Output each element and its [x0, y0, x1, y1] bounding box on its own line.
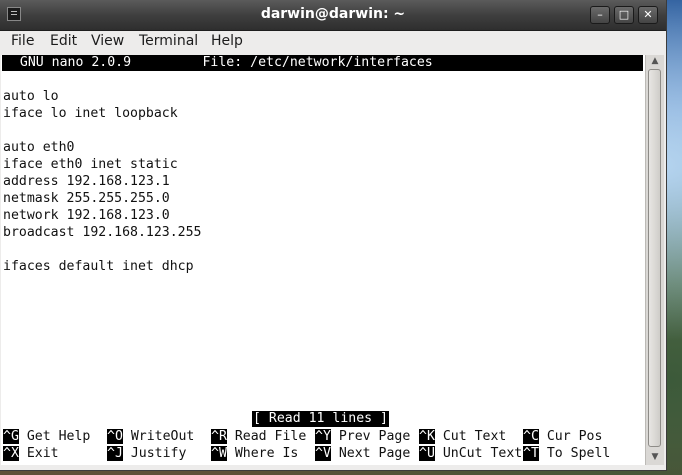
shortcut-to-spell: ^T To Spell	[523, 445, 610, 462]
shortcut-key: ^W	[211, 446, 227, 461]
vertical-scrollbar[interactable]: ▲ ▼	[645, 55, 664, 465]
menu-view[interactable]: View	[91, 33, 124, 49]
window-title: darwin@darwin: ~	[260, 6, 406, 22]
scroll-up-arrow-icon[interactable]: ▲	[649, 56, 661, 68]
shortcut-exit: ^X Exit	[3, 445, 59, 462]
shortcut-label: UnCut Text	[442, 446, 523, 461]
shortcut-key: ^Y	[315, 429, 331, 444]
menu-terminal[interactable]: Terminal	[139, 33, 198, 49]
shortcut-label: Next Page	[338, 446, 411, 461]
shortcut-label: To Spell	[546, 446, 611, 461]
shortcut-key: ^X	[3, 446, 19, 461]
title-bar[interactable]: darwin@darwin: ~ – □ ✕	[0, 0, 666, 31]
shortcut-key: ^J	[107, 446, 123, 461]
shortcut-key: ^K	[419, 429, 435, 444]
shortcut-label: Read File	[234, 429, 307, 444]
shortcut-prev-page: ^Y Prev Page	[315, 428, 410, 445]
nano-header: GNU nano 2.0.9 File: /etc/network/interf…	[2, 55, 643, 71]
shortcut-label: Where Is	[234, 446, 299, 461]
terminal-area[interactable]: GNU nano 2.0.9 File: /etc/network/interf…	[1, 55, 645, 465]
file-line: netmask 255.255.255.0	[3, 191, 170, 206]
shortcut-label: Get Help	[26, 429, 91, 444]
shortcut-key: ^V	[315, 446, 331, 461]
shortcut-label: Cur Pos	[546, 429, 603, 444]
terminal-window: darwin@darwin: ~ – □ ✕ File Edit View Te…	[0, 0, 666, 470]
shortcut-key: ^O	[107, 429, 123, 444]
shortcut-get-help: ^G Get Help	[3, 428, 90, 445]
file-line: address 192.168.123.1	[3, 174, 170, 189]
shortcut-label: WriteOut	[130, 429, 195, 444]
menu-help[interactable]: Help	[211, 33, 243, 49]
shortcut-where-is: ^W Where Is	[211, 445, 298, 462]
file-line: iface lo inet loopback	[3, 106, 178, 121]
file-line: network 192.168.123.0	[3, 208, 170, 223]
shortcut-label: Justify	[130, 446, 187, 461]
file-line: broadcast 192.168.123.255	[3, 225, 202, 240]
menu-file[interactable]: File	[11, 33, 34, 49]
scrollbar-thumb[interactable]	[648, 69, 661, 447]
close-button[interactable]: ✕	[638, 6, 658, 24]
scroll-down-arrow-icon[interactable]: ▼	[649, 452, 661, 464]
shortcut-cut-text: ^K Cut Text	[419, 428, 506, 445]
shortcut-key: ^G	[3, 429, 19, 444]
menu-bar: File Edit View Terminal Help	[0, 31, 666, 53]
file-line: ifaces default inet dhcp	[3, 259, 194, 274]
shortcut-key: ^U	[419, 446, 435, 461]
shortcut-key: ^R	[211, 429, 227, 444]
shortcut-writeout: ^O WriteOut	[107, 428, 194, 445]
menu-edit[interactable]: Edit	[50, 33, 77, 49]
nano-status-message: [ Read 11 lines ]	[252, 411, 389, 427]
shortcut-label: Cut Text	[442, 429, 507, 444]
maximize-button[interactable]: □	[614, 6, 634, 24]
shortcut-justify: ^J Justify	[107, 445, 186, 462]
shortcut-next-page: ^V Next Page	[315, 445, 410, 462]
shortcut-key: ^T	[523, 446, 539, 461]
shortcut-label: Prev Page	[338, 429, 411, 444]
shortcut-read-file: ^R Read File	[211, 428, 306, 445]
shortcut-key: ^C	[523, 429, 539, 444]
file-line: auto eth0	[3, 140, 75, 155]
nano-header-text: GNU nano 2.0.9 File: /etc/network/interf…	[4, 55, 433, 70]
shortcut-label: Exit	[26, 446, 59, 461]
file-line: auto lo	[3, 89, 59, 104]
file-line: iface eth0 inet static	[3, 157, 178, 172]
shortcut-uncut-text: ^U UnCut Text	[419, 445, 522, 462]
shortcut-cur-pos: ^C Cur Pos	[523, 428, 602, 445]
minimize-button[interactable]: –	[590, 6, 610, 24]
